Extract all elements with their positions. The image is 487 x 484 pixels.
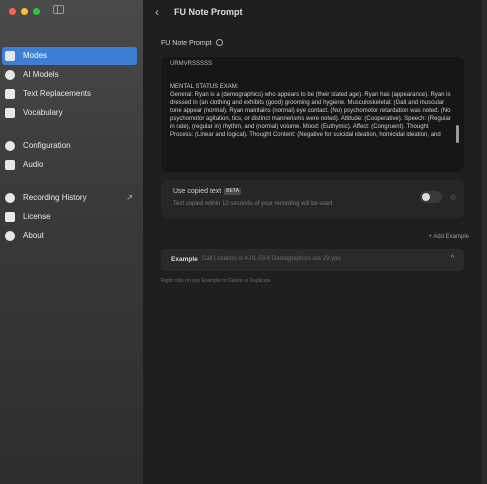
back-button[interactable]: ‹	[155, 5, 159, 19]
zoom-button[interactable]	[33, 8, 40, 15]
prompt-label-text: FU Note Prompt	[161, 40, 212, 47]
chevron-up-icon[interactable]: ^	[451, 255, 454, 262]
example-row[interactable]: Example Call Location is 4-01-53-6 Demog…	[161, 249, 464, 271]
main-panel: ‹ FU Note Prompt FU Note Prompt URMVRSSS…	[143, 0, 487, 484]
license-icon	[5, 212, 15, 222]
sidebar-item-label: AI Models	[23, 70, 59, 79]
sidebar-item-label: Vocabulary	[23, 108, 63, 117]
sidebar-item-label: Recording History	[23, 193, 87, 202]
beta-badge: BETA	[224, 188, 241, 195]
toggle-knob	[422, 193, 430, 201]
use-copied-text-title: Use copied text BETA	[173, 188, 241, 195]
sidebar-toggle-icon[interactable]	[53, 5, 64, 14]
sidebar-item-audio[interactable]: Audio	[2, 156, 137, 174]
titlebar: ‹ FU Note Prompt	[143, 0, 487, 26]
configuration-icon	[5, 141, 15, 151]
sidebar-item-configuration[interactable]: Configuration	[2, 137, 137, 155]
use-copied-text-panel: Use copied text BETA Text copied within 1…	[161, 180, 464, 218]
sidebar-item-label: Text Replacements	[23, 89, 92, 98]
toggle-status-dot	[450, 194, 456, 200]
prompt-line: URMVRSSSSS	[170, 61, 213, 67]
sidebar-item-vocabulary[interactable]: Vocabulary	[2, 104, 137, 122]
prompt-heading: MENTAL STATUS EXAM:	[170, 84, 239, 90]
text-replacements-icon	[5, 89, 15, 99]
ai-models-icon	[5, 70, 15, 80]
window-edge	[482, 0, 487, 484]
example-hint: Right click on any Example to Delete or …	[161, 278, 271, 284]
page-title: FU Note Prompt	[174, 7, 243, 17]
prompt-body: General: Ryan is a (demographics) who ap…	[170, 92, 451, 138]
recording-history-icon	[5, 193, 15, 203]
use-copied-text-toggle[interactable]	[420, 191, 442, 203]
sidebar-item-label: Configuration	[23, 141, 71, 150]
prompt-label: FU Note Prompt	[161, 39, 223, 47]
modes-icon	[5, 51, 15, 61]
app-window: Modes AI Models Text Replacements Vocabu…	[0, 0, 487, 484]
add-example-button[interactable]: + Add Example	[428, 234, 469, 240]
audio-icon	[5, 160, 15, 170]
sidebar-item-recording-history[interactable]: Recording History ↗	[2, 189, 137, 207]
sidebar-item-ai-models[interactable]: AI Models	[2, 66, 137, 84]
about-icon	[5, 231, 15, 241]
sidebar-item-label: Audio	[23, 160, 44, 169]
close-button[interactable]	[9, 8, 16, 15]
sidebar-item-label: Modes	[23, 51, 48, 60]
example-label: Example	[171, 256, 198, 263]
sidebar-item-about[interactable]: About	[2, 227, 137, 245]
sidebar-item-label: License	[23, 212, 51, 221]
use-copied-text-description: Text copied within 10 seconds of your re…	[173, 201, 333, 207]
info-icon[interactable]	[215, 39, 223, 46]
prompt-scrollbar[interactable]	[456, 125, 459, 143]
sidebar-item-license[interactable]: License	[2, 208, 137, 226]
vocabulary-icon	[5, 108, 15, 118]
sidebar-item-text-replacements[interactable]: Text Replacements	[2, 85, 137, 103]
prompt-textarea[interactable]: URMVRSSSSS MENTAL STATUS EXAM: General: …	[161, 57, 464, 172]
use-copied-text-label: Use copied text	[173, 188, 222, 195]
example-text: Call Location is 4-01-53-6 Demographics …	[202, 256, 341, 262]
window-controls	[9, 8, 40, 15]
sidebar-item-modes[interactable]: Modes	[2, 47, 137, 65]
sidebar-item-label: About	[23, 231, 44, 240]
external-link-icon: ↗	[126, 193, 133, 202]
sidebar: Modes AI Models Text Replacements Vocabu…	[0, 0, 144, 484]
minimize-button[interactable]	[21, 8, 28, 15]
sidebar-nav: Modes AI Models Text Replacements Vocabu…	[0, 47, 143, 246]
